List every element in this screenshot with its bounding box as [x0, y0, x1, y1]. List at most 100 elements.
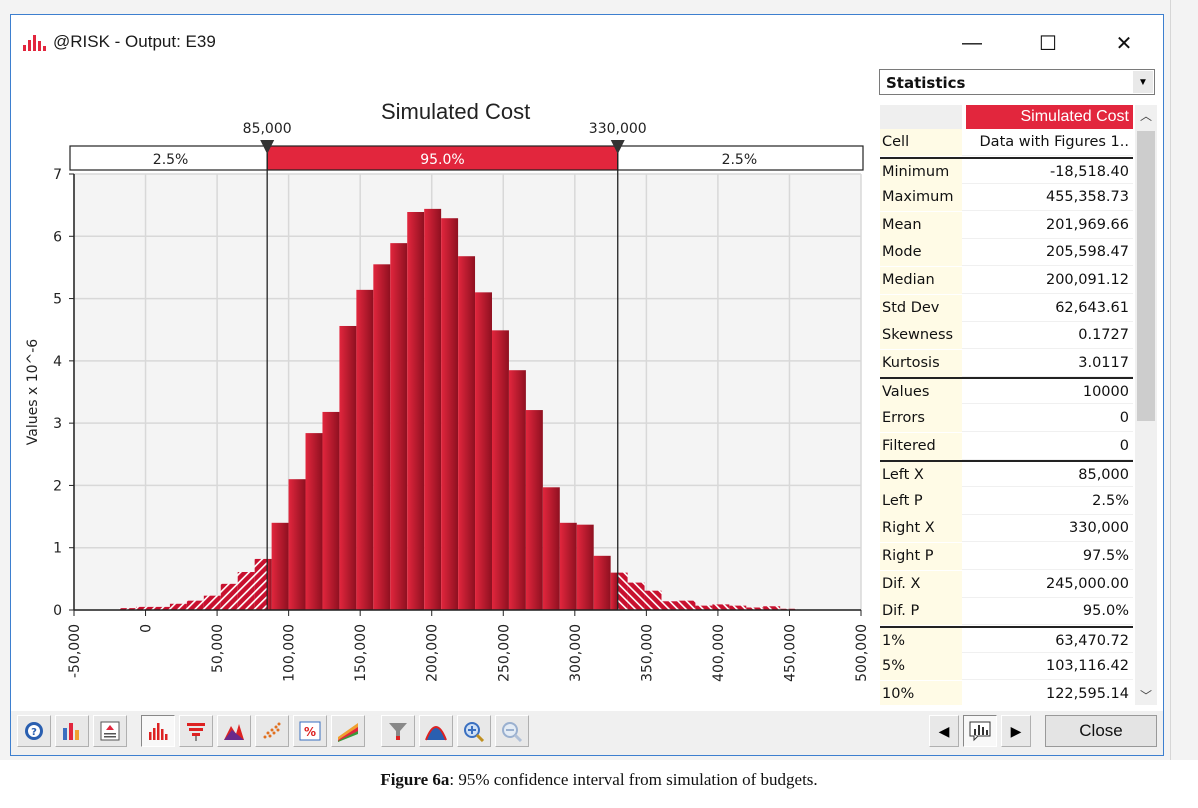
stat-label: Minimum	[880, 158, 962, 186]
stat-label: Cell	[880, 129, 962, 156]
histogram-bar	[627, 582, 645, 610]
graph-options-button[interactable]	[55, 715, 89, 747]
minimize-button[interactable]: —	[949, 25, 995, 61]
stat-row: Maximum 455,358.73	[880, 184, 1133, 212]
stat-value: 2.5%	[1092, 492, 1129, 509]
arrow-left-icon: ◀	[938, 722, 950, 739]
percent-button[interactable]: %	[293, 715, 327, 747]
filter-button[interactable]	[381, 715, 415, 747]
histogram-bar	[288, 479, 306, 610]
next-button[interactable]: ▶	[1001, 715, 1031, 747]
stat-row: Dif. X 245,000.00	[880, 570, 1133, 598]
x-tick-label: 250,000	[496, 624, 512, 682]
stat-label: 10%	[880, 681, 962, 705]
x-tick-label: 450,000	[782, 624, 798, 682]
x-tick-label: 100,000	[282, 624, 298, 682]
output-window: @RISK - Output: E39 — ☐ ✕ Simulated Cost…	[10, 14, 1164, 756]
overlay-button[interactable]	[217, 715, 251, 747]
scatter-button[interactable]	[255, 715, 289, 747]
y-tick-label: 0	[53, 603, 62, 619]
x-tick-label: 0	[139, 624, 155, 633]
histogram-bar	[267, 558, 272, 610]
stat-value: 3.0117	[1078, 354, 1129, 371]
figure-caption: Figure 6a: 95% confidence interval from …	[0, 770, 1198, 790]
histogram-bar	[305, 433, 323, 610]
tornado-button[interactable]	[179, 715, 213, 747]
caption-label: Figure 6a	[380, 770, 450, 789]
histogram-bar	[559, 522, 577, 610]
stat-row: Filtered 0	[880, 432, 1133, 460]
statistics-dropdown[interactable]: Statistics ▼	[879, 69, 1155, 95]
report-icon	[100, 721, 120, 741]
display-window-button[interactable]	[963, 715, 997, 747]
y-axis-label: Values x 10^-6	[25, 339, 41, 446]
scroll-up-icon[interactable]: ︿	[1135, 105, 1157, 125]
chart-svg: 0 1 2 3 4 5 6 7 -50,000 0 50,000 100,000 150,000 200,…	[25, 121, 870, 682]
stat-row: Mean 201,969.66	[880, 211, 1133, 239]
stat-label: 1%	[880, 627, 962, 655]
histogram-button[interactable]	[141, 715, 175, 747]
close-button[interactable]: Close	[1045, 715, 1157, 747]
histogram-bar	[542, 487, 560, 610]
maximize-button[interactable]: ☐	[1025, 25, 1071, 61]
histogram-bar	[254, 558, 268, 610]
statistics-table: Simulated Cost Cell Data with Figures 1..…	[880, 105, 1133, 705]
stat-label: Std Dev	[880, 294, 962, 322]
stat-row: Left P 2.5%	[880, 487, 1133, 515]
left-tail-percent: 2.5%	[153, 152, 189, 168]
stat-row: Errors 0	[880, 405, 1133, 432]
bottom-toolbar: ?% ◀ ▶ Close	[11, 711, 1163, 755]
scroll-down-icon[interactable]: ﹀	[1135, 685, 1157, 705]
y-tick-label: 5	[53, 292, 62, 308]
zoom-in-icon	[464, 722, 485, 742]
stat-label: Mean	[880, 211, 962, 239]
fit-distribution-button[interactable]	[419, 715, 453, 747]
x-tick-label: 400,000	[711, 624, 727, 682]
chevron-down-icon[interactable]: ▼	[1133, 71, 1153, 93]
previous-button[interactable]: ◀	[929, 715, 959, 747]
x-tick-label: 50,000	[210, 624, 226, 673]
stat-value: 455,358.73	[1045, 189, 1129, 206]
stat-value: 122,595.14	[1045, 686, 1129, 702]
histogram-chart: Simulated Cost 0 1 2 3 4 5 6 7 -50,000 0 50,000 100…	[11, 71, 871, 707]
y-tick-label: 7	[53, 167, 62, 183]
x-tick-label: 150,000	[353, 624, 369, 682]
y-tick-label: 6	[53, 229, 62, 245]
stat-row: Mode 205,598.47	[880, 239, 1133, 267]
title-bar[interactable]: @RISK - Output: E39 — ☐ ✕	[11, 15, 1163, 71]
stat-label: Dif. P	[880, 598, 962, 626]
histogram-bar	[356, 289, 374, 610]
stat-row: Values 10000	[880, 377, 1133, 407]
report-button[interactable]	[93, 715, 127, 747]
close-window-button[interactable]: ✕	[1101, 25, 1147, 61]
statistics-panel: Statistics ▼ Simulated Cost Cell Data wit…	[877, 67, 1159, 709]
histogram-bar	[644, 590, 662, 610]
stat-value: 0.1727	[1078, 327, 1129, 344]
summary-trend-icon	[338, 723, 358, 742]
zoom-in-button[interactable]	[457, 715, 491, 747]
statistics-scrollbar[interactable]: ︿ ﹀	[1135, 105, 1157, 705]
zoom-out-button[interactable]	[495, 715, 529, 747]
y-tick-label: 3	[53, 416, 62, 432]
histogram-bar	[491, 330, 509, 610]
stat-value: 63,470.72	[1055, 632, 1129, 649]
x-tick-label: 500,000	[854, 624, 870, 682]
scroll-thumb[interactable]	[1137, 131, 1155, 421]
fit-distribution-icon	[425, 726, 447, 741]
scatter-icon	[263, 722, 281, 739]
statistics-dropdown-label: Statistics	[886, 74, 966, 92]
summary-trend-button[interactable]	[331, 715, 365, 747]
stat-row: Right P 97.5%	[880, 543, 1133, 570]
column-header-simulated-cost[interactable]: Simulated Cost	[966, 105, 1133, 129]
histogram-bar	[322, 411, 340, 610]
filter-icon	[389, 723, 407, 740]
stat-row: 5% 103,116.42	[880, 653, 1133, 681]
stat-value: 62,643.61	[1055, 299, 1129, 316]
histogram-bar	[271, 522, 289, 610]
help-button[interactable]: ?	[17, 715, 51, 747]
histogram-bar	[424, 208, 442, 610]
x-tick-label: 300,000	[568, 624, 584, 682]
overlay-distribution-icon	[224, 724, 244, 740]
svg-text:%: %	[304, 725, 316, 739]
help-icon: ?	[25, 722, 43, 740]
